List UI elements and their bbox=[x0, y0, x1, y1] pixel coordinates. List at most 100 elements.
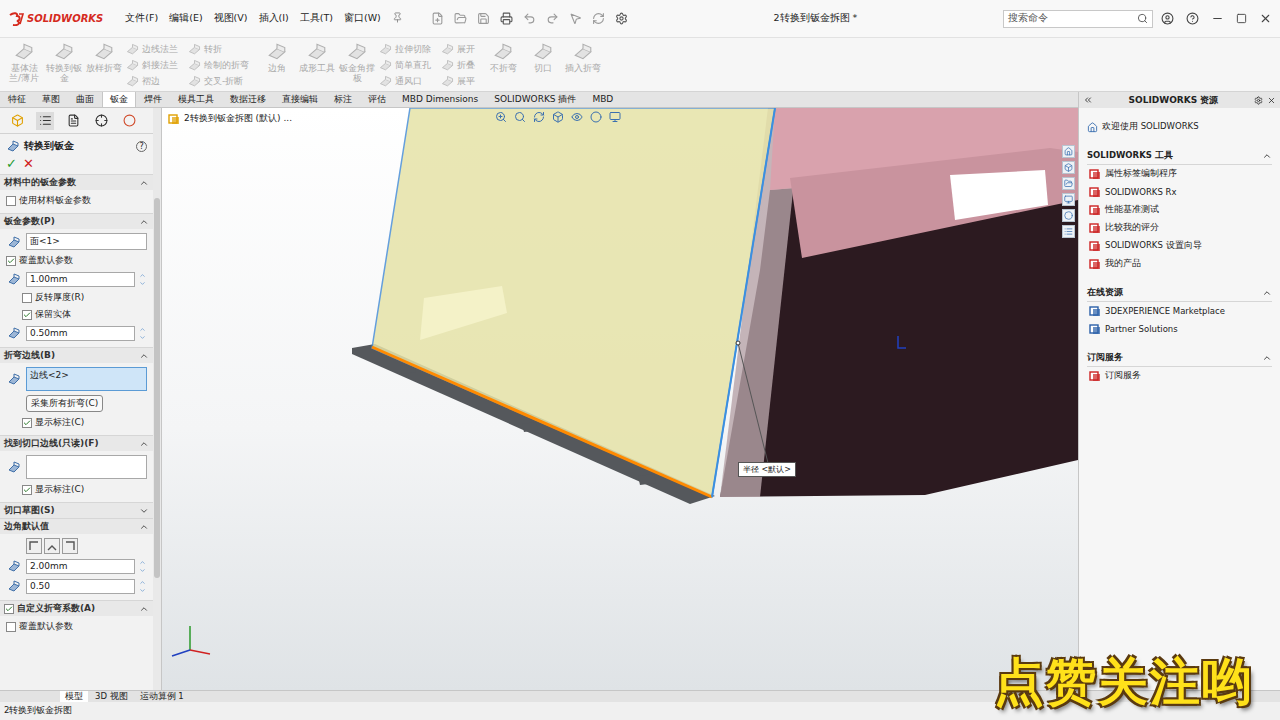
menu-item[interactable]: 插入(I) bbox=[259, 12, 289, 25]
selection-field[interactable]: 面<1> bbox=[26, 233, 147, 250]
zoom-area-icon[interactable] bbox=[514, 111, 526, 123]
command-tab[interactable]: 评估 bbox=[360, 92, 394, 107]
spin-up-icon[interactable] bbox=[139, 326, 146, 333]
bottom-tab[interactable]: 3D 视图 bbox=[90, 691, 133, 702]
menu-item[interactable]: 编辑(E) bbox=[169, 12, 202, 25]
pin-icon[interactable] bbox=[392, 12, 403, 23]
command-tab[interactable]: 草图 bbox=[34, 92, 68, 107]
menu-item[interactable]: 文件(F) bbox=[125, 12, 158, 25]
app-logo[interactable]: SOLIDWORKS bbox=[8, 12, 103, 26]
spinner[interactable] bbox=[139, 579, 147, 594]
command-tab[interactable]: 焊件 bbox=[136, 92, 170, 107]
ribbon-small-button[interactable]: 通风口 bbox=[379, 74, 431, 89]
checkbox[interactable] bbox=[22, 310, 32, 320]
resources-section-header[interactable]: 在线资源 bbox=[1087, 287, 1272, 302]
bottom-tab[interactable]: 模型 bbox=[60, 691, 88, 702]
collapse-icon[interactable] bbox=[139, 604, 149, 614]
display-tab[interactable] bbox=[120, 112, 138, 130]
checkbox[interactable] bbox=[6, 622, 16, 632]
checkbox[interactable] bbox=[22, 293, 32, 303]
ribbon-button[interactable]: 转换到钣金 bbox=[46, 42, 82, 84]
selection-field[interactable]: 边线<2> bbox=[26, 367, 147, 391]
collapse-icon[interactable] bbox=[1262, 151, 1272, 161]
panel-close-icon[interactable] bbox=[1267, 96, 1276, 105]
collect-bends-button[interactable]: 采集所有折弯(C) bbox=[26, 395, 103, 412]
ribbon-small-button[interactable]: 斜接法兰 bbox=[126, 58, 178, 73]
checkbox-row[interactable]: 使用材料钣金参数 bbox=[6, 194, 147, 207]
menu-item[interactable]: 工具(T) bbox=[300, 12, 333, 25]
view-settings-icon[interactable] bbox=[609, 111, 621, 123]
close-icon[interactable] bbox=[1259, 12, 1272, 25]
ribbon-button[interactable]: 插入折弯 bbox=[565, 42, 601, 73]
section-header[interactable]: 材料中的钣金参数 bbox=[0, 174, 153, 190]
checkbox-row[interactable]: 保留实体 bbox=[6, 308, 147, 321]
menu-item[interactable]: 视图(V) bbox=[214, 12, 248, 25]
spinner[interactable] bbox=[139, 559, 147, 574]
corner-type-button[interactable] bbox=[62, 538, 78, 554]
ribbon-small-button[interactable]: 褶边 bbox=[126, 74, 178, 89]
new-file-icon[interactable] bbox=[431, 12, 444, 25]
ribbon-button[interactable]: 不折弯 bbox=[485, 42, 521, 73]
spinner[interactable] bbox=[139, 272, 147, 287]
feature-tab[interactable] bbox=[8, 112, 26, 130]
bottom-tab[interactable]: 运动算例 1 bbox=[135, 691, 189, 702]
search-box[interactable]: 搜索命令 bbox=[1003, 10, 1153, 28]
redo-icon[interactable] bbox=[546, 12, 559, 25]
selection-field[interactable] bbox=[26, 455, 147, 479]
ribbon-small-button[interactable]: 拉伸切除 bbox=[379, 42, 431, 57]
select-icon[interactable] bbox=[569, 12, 582, 25]
user-icon[interactable] bbox=[1161, 12, 1174, 25]
resource-link[interactable]: SOLIDWORKS Rx bbox=[1087, 183, 1272, 201]
collapse-icon[interactable] bbox=[1262, 353, 1272, 363]
section-header[interactable]: 钣金参数(P) bbox=[0, 213, 153, 229]
hide-show-icon[interactable] bbox=[571, 111, 583, 123]
task-tab[interactable] bbox=[1062, 177, 1075, 190]
ribbon-small-button[interactable]: 简单直孔 bbox=[379, 58, 431, 73]
ribbon-small-button[interactable]: 交叉-折断 bbox=[188, 74, 249, 89]
checkbox-row[interactable]: 覆盖默认参数 bbox=[6, 620, 147, 633]
spin-down-icon[interactable] bbox=[139, 567, 146, 574]
spin-up-icon[interactable] bbox=[139, 272, 146, 279]
feature-breadcrumb[interactable]: 2转换到钣金拆图 (默认) ... bbox=[168, 112, 292, 125]
radius-callout[interactable]: 半径 <默认> bbox=[738, 462, 796, 477]
undo-icon[interactable] bbox=[523, 12, 536, 25]
spin-up-icon[interactable] bbox=[139, 579, 146, 586]
scrollbar[interactable] bbox=[153, 108, 161, 690]
number-field[interactable]: 1.00mm bbox=[26, 272, 135, 287]
section-header[interactable]: 自定义折弯系数(A) bbox=[0, 600, 153, 616]
task-tab[interactable] bbox=[1062, 161, 1075, 174]
checkbox[interactable] bbox=[6, 256, 16, 266]
number-field[interactable]: 2.00mm bbox=[26, 559, 135, 574]
menu-item[interactable]: 窗口(W) bbox=[344, 12, 381, 25]
print-icon[interactable] bbox=[500, 12, 513, 25]
ribbon-button[interactable]: 放样折弯 bbox=[86, 42, 122, 73]
help-icon[interactable] bbox=[1186, 12, 1199, 25]
command-tab[interactable]: 模具工具 bbox=[170, 92, 222, 107]
ribbon-small-button[interactable]: 折叠 bbox=[441, 58, 475, 73]
command-tab[interactable]: MBD Dimensions bbox=[394, 92, 486, 107]
checkbox-row[interactable]: 显示标注(C) bbox=[6, 483, 147, 496]
command-tab[interactable]: 特征 bbox=[0, 92, 34, 107]
checkbox-row[interactable]: 覆盖默认参数 bbox=[6, 254, 147, 267]
rebuild-icon[interactable] bbox=[592, 12, 605, 25]
bend-edge[interactable] bbox=[372, 347, 712, 497]
resource-link[interactable]: 比较我的评分 bbox=[1087, 219, 1272, 237]
ribbon-small-button[interactable]: 绘制的折弯 bbox=[188, 58, 249, 73]
collapse-icon[interactable] bbox=[139, 178, 149, 188]
corner-type-button[interactable] bbox=[26, 538, 42, 554]
section-header[interactable]: 切口草图(S) bbox=[0, 502, 153, 518]
corner-type-button[interactable] bbox=[44, 538, 60, 554]
model-view[interactable] bbox=[162, 108, 1078, 690]
command-tab[interactable]: MBD bbox=[584, 92, 621, 107]
number-field[interactable]: 0.50mm bbox=[26, 326, 135, 341]
welcome-link[interactable]: 欢迎使用 SOLIDWORKS bbox=[1087, 118, 1272, 136]
resource-link[interactable]: 订阅服务 bbox=[1087, 367, 1272, 385]
ribbon-small-button[interactable]: 展开 bbox=[441, 42, 475, 57]
property-tab[interactable] bbox=[36, 112, 54, 130]
scroll-thumb[interactable] bbox=[154, 198, 160, 578]
command-tab[interactable]: 直接编辑 bbox=[274, 92, 326, 107]
collapse-icon[interactable] bbox=[139, 217, 149, 227]
spin-down-icon[interactable] bbox=[139, 587, 146, 594]
command-tab[interactable]: 钣金 bbox=[102, 92, 136, 107]
command-tab[interactable]: 曲面 bbox=[68, 92, 102, 107]
